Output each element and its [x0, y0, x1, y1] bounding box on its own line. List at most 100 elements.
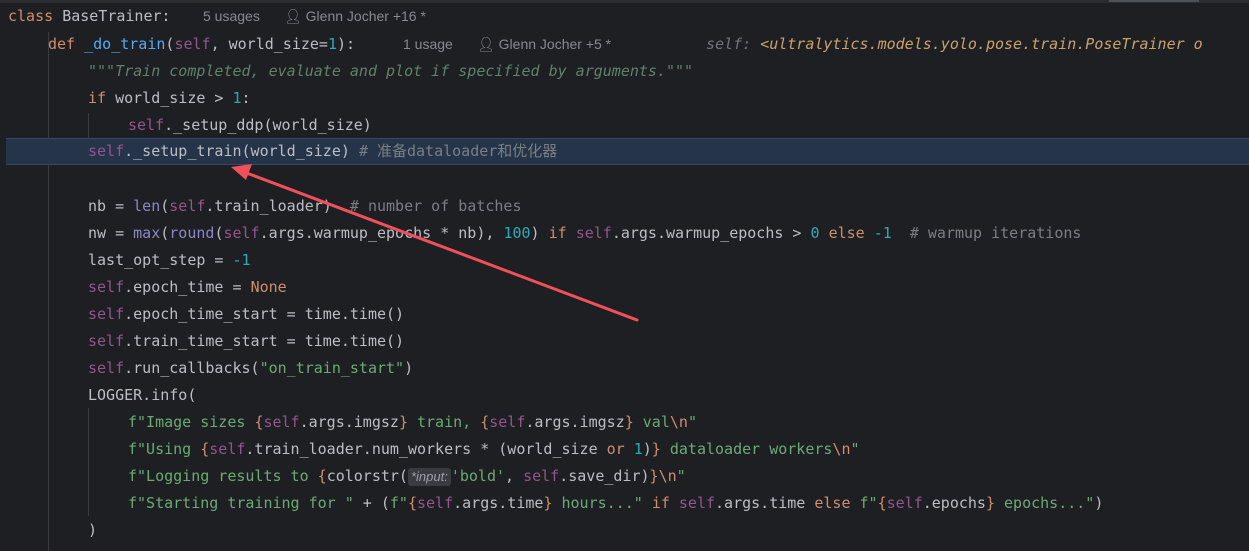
self-keyword: self: [169, 197, 206, 215]
code-line[interactable]: f"Using {self.train_loader.num_workers *…: [0, 436, 1249, 463]
keyword: if: [88, 89, 107, 107]
code-line[interactable]: self.epoch_time = None: [0, 274, 1249, 301]
brace: {: [407, 494, 417, 512]
type-hint-label: self:: [706, 35, 761, 53]
person-icon: 👤︎: [284, 8, 306, 24]
string: f"Image sizes: [128, 413, 255, 431]
string: f": [389, 494, 408, 512]
code-text: .args.warmup_epochs >: [611, 224, 811, 242]
brace: }: [624, 413, 634, 431]
code-line[interactable]: self.train_time_start = time.time(): [0, 328, 1249, 355]
self-keyword: self: [678, 494, 716, 512]
punct: ): [642, 440, 652, 458]
usages-link[interactable]: 5 usages: [203, 3, 260, 30]
code-line-current[interactable]: self._setup_train(world_size) # 准备datalo…: [6, 138, 1249, 165]
self-keyword: self: [223, 224, 260, 242]
code-text: nb =: [88, 197, 134, 215]
keyword: if: [651, 494, 670, 512]
code-line[interactable]: self._setup_ddp(world_size): [0, 112, 1249, 139]
code-line-def[interactable]: def _do_train(self, world_size=1): 1 usag…: [0, 31, 1249, 58]
string: ": [850, 440, 860, 458]
author-hint[interactable]: 👤︎ Glenn Jocher +16 *: [284, 3, 426, 30]
brace: {: [317, 467, 327, 485]
self-keyword: self: [417, 494, 454, 512]
self-keyword: self: [88, 305, 125, 323]
author-text: Glenn Jocher +16 *: [305, 8, 426, 24]
punct: (: [160, 224, 170, 242]
keyword: else: [828, 224, 865, 242]
code-editor[interactable]: class BaseTrainer: 5 usages 👤︎ Glenn Joche…: [0, 0, 1249, 551]
punct: ):: [337, 35, 356, 53]
self-keyword: self: [209, 440, 246, 458]
keyword: or: [606, 440, 625, 458]
escape: \n: [669, 413, 688, 431]
punct: ): [530, 224, 549, 242]
code-text: ._setup_ddp(world_size): [164, 116, 372, 134]
keyword: None: [250, 278, 287, 296]
string: f"Logging results to: [128, 467, 318, 485]
punct: ): [404, 359, 414, 377]
self-keyword: self: [174, 35, 211, 53]
usages-link[interactable]: 1 usage: [403, 31, 453, 58]
punct: ,: [505, 467, 524, 485]
code-text: .args.time: [715, 494, 815, 512]
brace: }: [651, 440, 661, 458]
string: 'bold': [450, 467, 506, 485]
code-line[interactable]: if world_size > 1:: [0, 85, 1249, 112]
docstring: """Train completed, evaluate and plot if…: [88, 62, 694, 80]
string: val: [633, 413, 670, 431]
self-keyword: self: [88, 332, 125, 350]
code-line[interactable]: f"Starting training for " + (f"{self.arg…: [0, 490, 1249, 517]
scroll-marker: [1109, 0, 1199, 2]
comment: # 准备dataloader和优化器: [358, 142, 558, 160]
comment: # warmup iterations: [909, 224, 1082, 242]
code-line[interactable]: f"Image sizes {self.args.imgsz} train, {…: [0, 409, 1249, 436]
author-hint[interactable]: 👤︎ Glenn Jocher +5 *: [477, 31, 611, 58]
code-line[interactable]: """Train completed, evaluate and plot if…: [0, 58, 1249, 85]
code-line[interactable]: last_opt_step = -1: [0, 247, 1249, 274]
builtin: len: [133, 197, 161, 215]
punct: (: [160, 197, 170, 215]
code-line[interactable]: nb = len(self.train_loader) # number of …: [0, 193, 1249, 220]
author-text: Glenn Jocher +5 *: [498, 36, 612, 52]
builtin: round: [169, 224, 215, 242]
code-line[interactable]: self.epoch_time_start = time.time(): [0, 301, 1249, 328]
string: "on_train_start": [259, 359, 405, 377]
code-text: .train_time_start = time.time(): [124, 332, 405, 350]
self-keyword: self: [88, 278, 125, 296]
code-text: colorstr(: [326, 467, 408, 485]
type-hint-value: <ultralytics.models.yolo.pose.train.Pose…: [760, 35, 1203, 53]
self-keyword: self: [886, 494, 923, 512]
code-text: .epoch_time =: [124, 278, 251, 296]
code-text: .epochs: [922, 494, 986, 512]
code-text: ._setup_train(world_size): [124, 142, 359, 160]
escape: \n: [658, 467, 677, 485]
code-text: .train_loader.num_workers * (world_size: [245, 440, 607, 458]
brace: }: [985, 494, 995, 512]
brace: }: [649, 467, 659, 485]
code-text: .args.warmup_epochs * nb),: [259, 224, 504, 242]
code-line-class[interactable]: class BaseTrainer: 5 usages 👤︎ Glenn Joche…: [0, 3, 1249, 30]
code-text: .save_dir): [559, 467, 650, 485]
code-line[interactable]: LOGGER.info(: [0, 382, 1249, 409]
self-keyword: self: [128, 116, 165, 134]
self-keyword: self: [575, 224, 612, 242]
keyword: def: [48, 35, 85, 53]
code-line[interactable]: f"Logging results to {colorstr(*input:'b…: [0, 463, 1249, 490]
keyword: class: [8, 7, 63, 25]
self-keyword: self: [263, 413, 300, 431]
code-line[interactable]: ): [0, 517, 1249, 544]
code-text: .train_loader): [205, 197, 350, 215]
builtin: max: [133, 224, 161, 242]
code-line[interactable]: nw = max(round(self.args.warmup_epochs *…: [0, 220, 1249, 247]
code-line[interactable]: self.run_callbacks("on_train_start"): [0, 355, 1249, 382]
params: , world_size=: [210, 35, 328, 53]
